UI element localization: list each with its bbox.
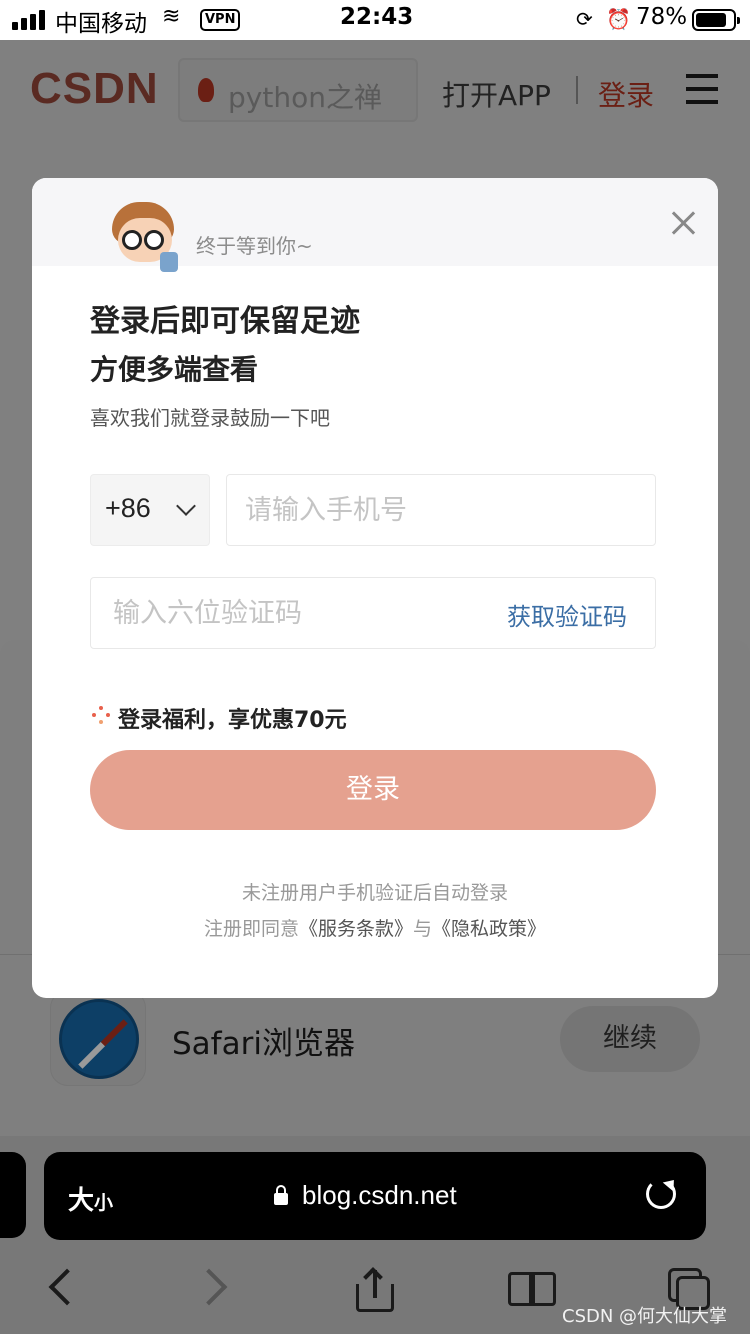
back-arrow-icon[interactable] <box>48 1268 70 1310</box>
text-size-button[interactable]: 大小 <box>68 1180 113 1217</box>
login-button[interactable]: 登录 <box>90 750 656 830</box>
status-bar: 中国移动 ≋ VPN 22:43 ⟳ ⏰ 78% <box>0 0 750 40</box>
csdn-logo[interactable]: CSDN <box>30 64 159 114</box>
close-icon[interactable] <box>670 210 696 236</box>
hot-flame-icon <box>198 78 214 102</box>
agreement-note: 注册即同意《服务条款》与《隐私政策》 <box>32 914 718 941</box>
previous-tab-peek[interactable] <box>0 1152 26 1238</box>
battery-percent: 78% <box>636 4 688 30</box>
country-code-select[interactable]: +86 <box>90 474 210 546</box>
share-icon[interactable] <box>356 1267 394 1312</box>
text-size-small: 小 <box>94 1192 114 1214</box>
open-app-link[interactable]: 打开APP <box>442 74 551 114</box>
site-header: CSDN python之禅 打开APP 登录 <box>0 40 750 140</box>
get-code-button[interactable]: 获取验证码 <box>507 597 627 632</box>
battery-icon <box>692 9 740 31</box>
dialog-subtitle: 喜欢我们就登录鼓励一下吧 <box>90 406 330 430</box>
login-dialog: 终于等到你~ 登录后即可保留足迹 方便多端查看 喜欢我们就登录鼓励一下吧 +86… <box>32 178 718 998</box>
greeting-text: 终于等到你~ <box>196 234 313 258</box>
wifi-icon: ≋ <box>162 4 181 29</box>
rotation-lock-icon: ⟳ <box>576 7 593 31</box>
dialog-title: 登录后即可保留足迹 <box>90 304 360 339</box>
phone-input[interactable] <box>226 474 656 546</box>
vpn-badge: VPN <box>200 9 241 31</box>
terms-link[interactable]: 《服务条款》 <box>299 918 413 940</box>
search-query: python之禅 <box>228 81 382 114</box>
search-box[interactable]: python之禅 <box>178 58 418 122</box>
hamburger-menu-icon[interactable] <box>686 74 718 106</box>
text-size-large: 大 <box>68 1186 95 1216</box>
header-login-link[interactable]: 登录 <box>598 74 654 114</box>
signal-icon <box>12 10 48 30</box>
forward-arrow-icon[interactable] <box>204 1268 226 1310</box>
clock: 22:43 <box>340 4 414 30</box>
sparkle-icon <box>92 706 110 724</box>
watermark: CSDN @何大仙大掌 <box>562 1306 728 1327</box>
url-text: blog.csdn.net <box>302 1180 457 1210</box>
chevron-down-icon <box>176 496 196 516</box>
alarm-icon: ⏰ <box>606 7 631 31</box>
login-benefit-text: 登录福利，享优惠70元 <box>118 708 347 733</box>
agreement-and: 与 <box>413 918 433 940</box>
dialog-title-line2: 方便多端查看 <box>90 353 259 386</box>
auto-register-note: 未注册用户手机验证后自动登录 <box>241 882 508 904</box>
reload-icon[interactable] <box>646 1179 676 1209</box>
agreement-prefix: 注册即同意 <box>203 918 299 940</box>
bookmarks-icon[interactable] <box>508 1272 558 1308</box>
address-bar[interactable]: 大小 blog.csdn.net <box>44 1152 706 1240</box>
mascot-avatar <box>108 202 180 272</box>
verification-code-field: 获取验证码 <box>90 577 656 649</box>
lock-icon <box>274 1185 288 1205</box>
browser-name: Safari浏览器 <box>172 1026 355 1062</box>
carrier-label: 中国移动 <box>55 11 147 37</box>
country-code-value: +86 <box>105 493 151 523</box>
verification-code-input[interactable] <box>91 578 481 648</box>
safari-icon <box>50 990 146 1086</box>
privacy-link[interactable]: 《隐私政策》 <box>432 918 546 940</box>
continue-button[interactable]: 继续 <box>560 1006 700 1072</box>
header-divider <box>576 76 578 104</box>
